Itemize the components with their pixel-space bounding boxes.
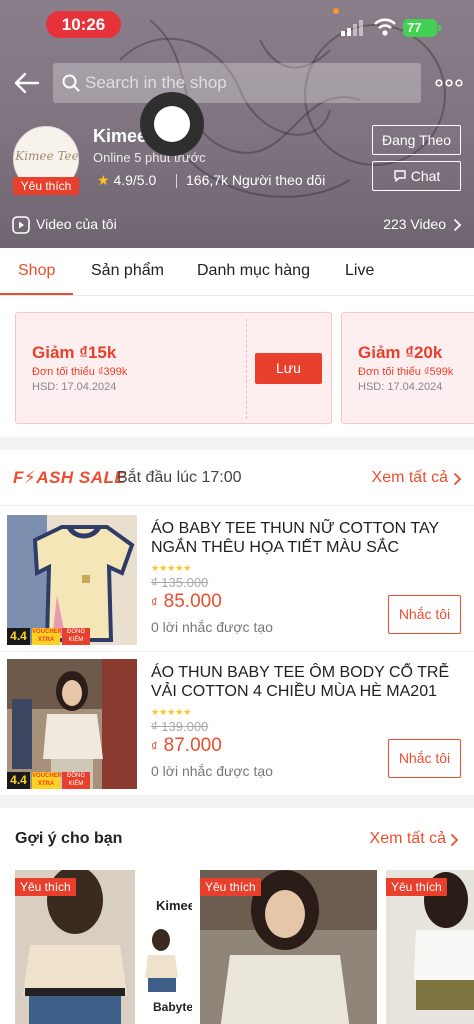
original-price: ₫ 139.000: [151, 719, 209, 734]
voucher-min-order: Đơn tối thiểu ₫399k: [32, 366, 128, 378]
flash-sale-section: F⚡ASH SALE Bắt đầu lúc 17:00 Xem tất cả …: [0, 450, 474, 795]
product-name: ÁO BABY TEE THUN NỮ COTTON TAY NGẮN THÊU…: [151, 520, 439, 556]
voucher-expiry: HSD: 17.04.2024: [358, 381, 443, 393]
signal-icon: [341, 20, 363, 36]
assistive-touch-button[interactable]: [140, 92, 204, 156]
price-value: 85.000: [163, 591, 222, 612]
voucher-title: Giảm ₫20k: [358, 343, 443, 362]
voucher-xtra-badge: VOUCHER XTRA: [32, 772, 63, 789]
recommended-product-card[interactable]: Yêu thích: [200, 870, 377, 1024]
recommendations-see-all[interactable]: Xem tất cả: [370, 830, 446, 848]
voucher-card[interactable]: Giảm ₫15k Đơn tối thiểu ₫399k HSD: 17.04…: [15, 312, 332, 424]
favorite-badge: Yêu thích: [13, 177, 79, 195]
tab-live[interactable]: Live: [345, 262, 374, 280]
star-rating-icon: ★★★★★: [151, 563, 192, 573]
tab-shop[interactable]: Shop: [18, 262, 55, 280]
shop-profile: Kimee Tee Yêu thích Kimee Tee › Online 5…: [0, 124, 474, 204]
avatar-logo-text: Kimee Tee: [15, 149, 79, 163]
active-tab-indicator: [0, 293, 73, 295]
recommendations-title: Gợi ý cho bạn: [15, 830, 123, 847]
product-rating: 4.4: [7, 628, 30, 645]
inspection-badge: ĐỒNG KIỂM: [62, 772, 90, 789]
back-arrow-icon[interactable]: [12, 68, 42, 98]
top-bar: [0, 62, 474, 104]
voucher-card[interactable]: Giảm ₫20k Đơn tối thiểu ₫599k HSD: 17.04…: [341, 312, 474, 424]
tab-categories[interactable]: Danh mục hàng: [197, 262, 310, 280]
product-photo: [7, 515, 137, 645]
reminder-count: 0 lời nhắc được tạo: [151, 763, 273, 779]
inspection-badge: ĐỒNG KIỂM: [62, 628, 90, 645]
product-photo: [7, 659, 137, 789]
app-root: 10:26 77 Search in the shop Kimee Tee Yê…: [0, 0, 474, 1024]
voucher-min-order: Đơn tối thiểu ₫599k: [358, 366, 454, 378]
chevron-right-icon: [453, 218, 462, 232]
chevron-right-icon: [450, 833, 459, 847]
shop-header: 10:26 77 Search in the shop Kimee Tee Yê…: [0, 0, 474, 248]
camera-indicator-icon: [333, 8, 339, 14]
chat-label: Chat: [410, 168, 441, 184]
search-bar[interactable]: [53, 63, 421, 103]
star-icon: ★: [97, 172, 110, 188]
status-bar: 10:26 77: [0, 0, 474, 50]
remind-me-button[interactable]: Nhắc tôi: [388, 739, 461, 778]
following-button[interactable]: Đang Theo: [372, 125, 461, 155]
product-type-label: Babytee: [153, 1000, 192, 1014]
chevron-right-icon: [453, 472, 462, 486]
favorite-badge: Yêu thích: [15, 878, 76, 896]
favorite-badge: Yêu thích: [386, 878, 447, 896]
shop-tabs: Shop Sản phẩm Danh mục hàng Live: [0, 248, 474, 296]
price-value: 87.000: [163, 735, 222, 756]
brand-label: Kimee: [156, 898, 192, 913]
video-row[interactable]: Video của tôi 223 Video: [0, 205, 474, 245]
recommended-product-card[interactable]: Yêu thích: [386, 870, 474, 1024]
flash-sale-logo: F⚡ASH SALE: [13, 468, 127, 487]
divider: [176, 174, 177, 188]
recommended-product-card[interactable]: Yêu thích Kimee Babytee: [15, 870, 192, 1024]
voucher-expiry: HSD: 17.04.2024: [32, 381, 117, 393]
flash-sale-see-all[interactable]: Xem tất cả: [372, 469, 448, 487]
chat-icon: [394, 170, 406, 182]
video-play-icon: [12, 216, 30, 234]
voucher-xtra-badge: VOUCHER XTRA: [32, 628, 63, 645]
reminder-count: 0 lời nhắc được tạo: [151, 619, 273, 635]
tab-products[interactable]: Sản phẩm: [91, 262, 164, 280]
currency-symbol: ₫: [151, 595, 158, 610]
product-name: ÁO THUN BABY TEE ÔM BODY CỔ TRỄ VẢI COTT…: [151, 664, 450, 700]
voucher-divider: [246, 319, 247, 419]
sale-price: ₫ 87.000: [151, 735, 222, 757]
sale-price: ₫ 85.000: [151, 591, 222, 613]
flash-sale-item[interactable]: 4.4 VOUCHER XTRA ĐỒNG KIỂM ÁO BABY TEE T…: [0, 507, 474, 652]
search-input[interactable]: [85, 63, 415, 103]
video-count: 223 Video: [383, 216, 446, 232]
product-image[interactable]: 4.4 VOUCHER XTRA ĐỒNG KIỂM: [7, 659, 137, 789]
video-label: Video của tôi: [36, 216, 117, 232]
online-status: Online 5 phút trước: [93, 150, 206, 165]
product-image[interactable]: 4.4 VOUCHER XTRA ĐỒNG KIỂM: [7, 515, 137, 645]
status-time: 10:26: [46, 11, 121, 38]
more-options-icon[interactable]: [434, 72, 464, 94]
shop-rating: ★ 4.9/5.0: [97, 172, 156, 189]
chat-button[interactable]: Chat: [372, 161, 461, 191]
rating-value: 4.9/5.0: [113, 172, 157, 188]
flash-sale-start: Bắt đầu lúc 17:00: [117, 469, 242, 486]
wifi-icon: [374, 18, 396, 36]
currency-symbol: ₫: [151, 739, 158, 754]
follower-count: 166,7k Người theo dõi: [186, 172, 326, 188]
product-rating: 4.4: [7, 772, 30, 789]
recommendations-section: Gợi ý cho bạn Xem tất cả Yêu thích Kimee…: [0, 808, 474, 1024]
voucher-section: Giảm ₫15k Đơn tối thiểu ₫399k HSD: 17.04…: [0, 296, 474, 437]
flash-sale-header: F⚡ASH SALE Bắt đầu lúc 17:00 Xem tất cả: [0, 450, 474, 506]
battery-indicator: 77: [403, 19, 441, 37]
remind-me-button[interactable]: Nhắc tôi: [388, 595, 461, 634]
search-icon: [62, 74, 80, 92]
original-price: ₫ 135.000: [151, 575, 209, 590]
voucher-title: Giảm ₫15k: [32, 343, 117, 362]
save-voucher-button[interactable]: Lưu: [255, 353, 322, 384]
star-rating-icon: ★★★★★: [151, 707, 192, 717]
flash-sale-item[interactable]: 4.4 VOUCHER XTRA ĐỒNG KIỂM ÁO THUN BABY …: [0, 651, 474, 796]
favorite-badge: Yêu thích: [200, 878, 261, 896]
